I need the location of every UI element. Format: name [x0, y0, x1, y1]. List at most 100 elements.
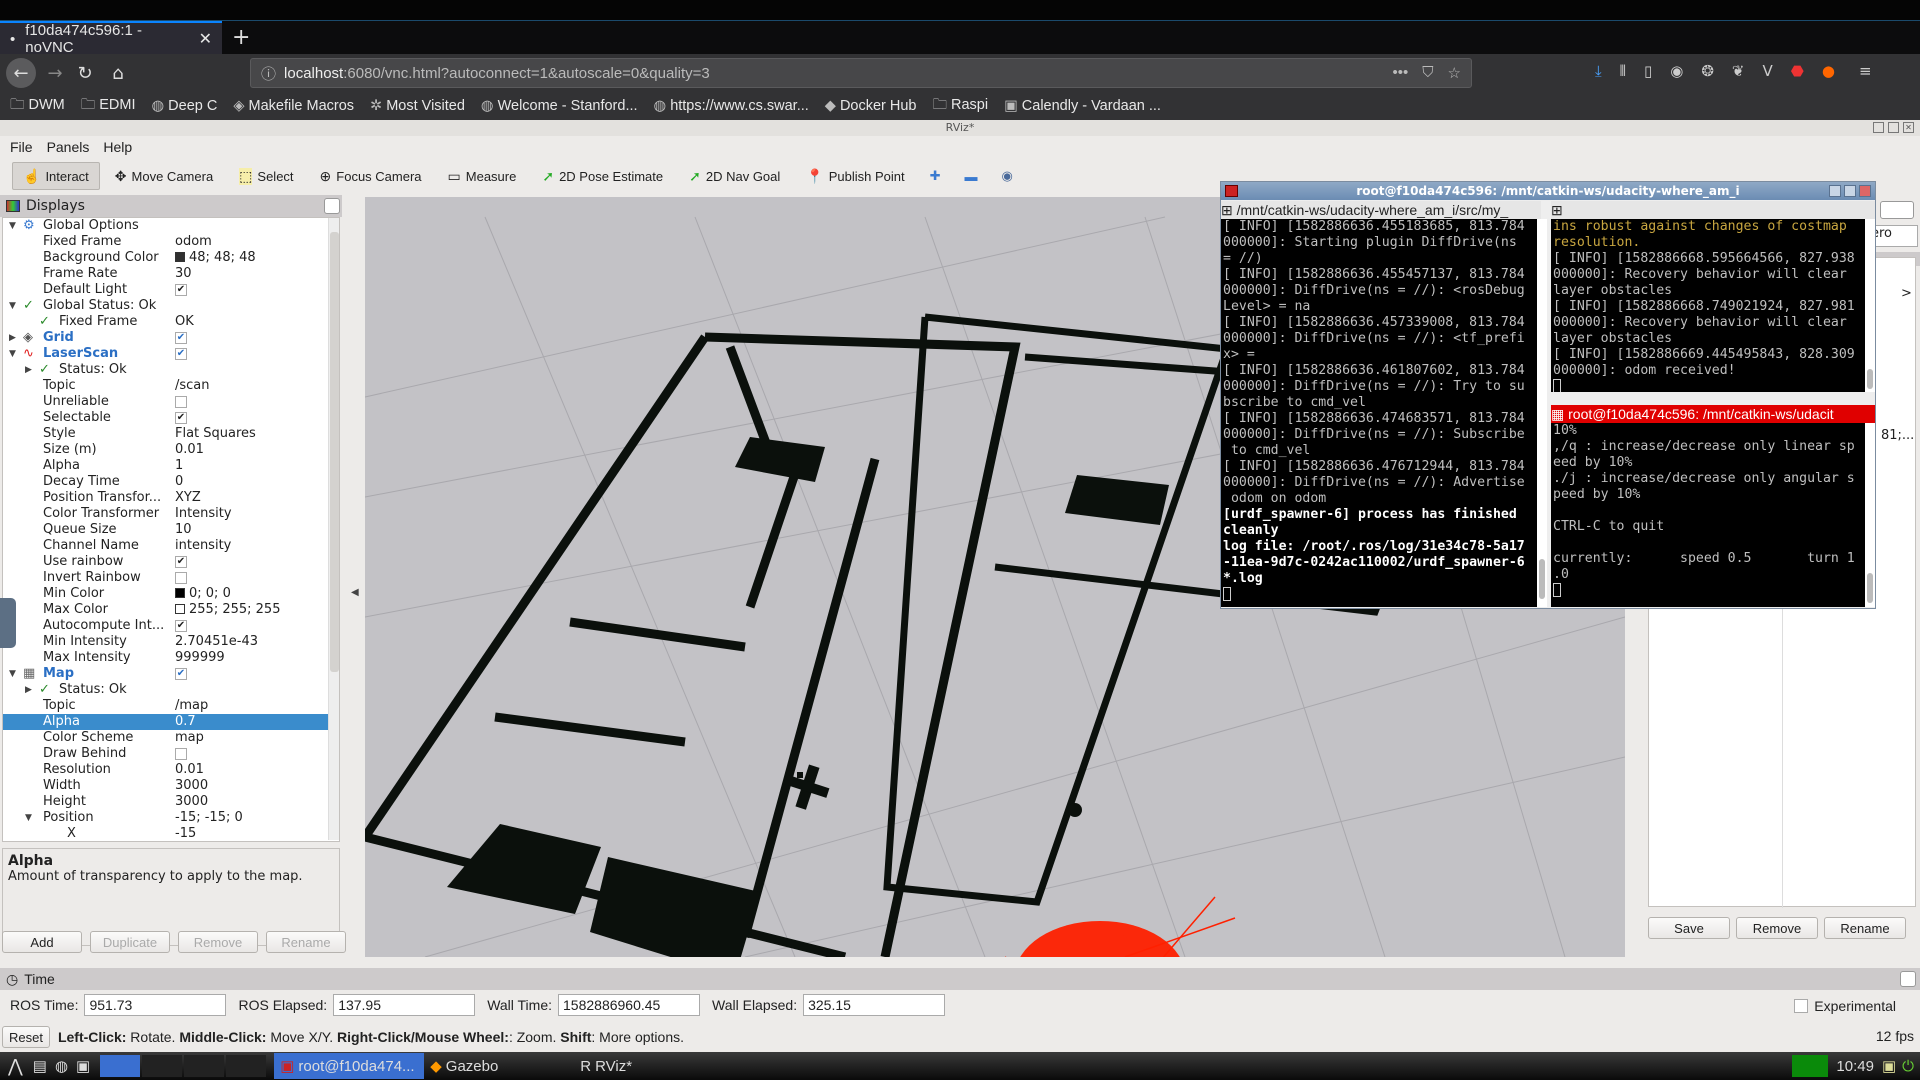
extension-icon[interactable]: ❂ — [1701, 62, 1714, 80]
bookmark-item[interactable]: ◆ Docker Hub — [825, 98, 917, 114]
tree-row[interactable]: Invert Rainbow — [3, 570, 339, 586]
expanded-arrow-icon[interactable]: ▼ — [9, 218, 16, 234]
tree-row[interactable]: Background Color 48; 48; 48 — [3, 250, 339, 266]
tool-2d-pose-estimate[interactable]: ➚ 2D Pose Estimate — [531, 162, 674, 190]
home-button[interactable]: ⌂ — [103, 58, 133, 88]
logout-icon[interactable]: ⏻ — [1902, 1058, 1914, 1075]
property-value[interactable] — [175, 746, 187, 762]
tree-row[interactable]: Min Intensity 2.70451e-43 — [3, 634, 339, 650]
new-tab-button[interactable]: + — [232, 25, 250, 50]
property-value[interactable]: ✔ — [175, 666, 187, 682]
ros-time-field[interactable]: 951.73 — [84, 994, 227, 1016]
tool-interact[interactable]: ☝ Interact — [12, 162, 100, 190]
tree-row[interactable]: Draw Behind — [3, 746, 339, 762]
tree-row[interactable]: ▶ ✓ Status: Ok — [3, 362, 339, 378]
property-checkbox[interactable] — [175, 395, 187, 408]
split-icon[interactable]: ⊞ — [1551, 202, 1563, 218]
tree-row[interactable]: ▼ Position -15; -15; 0 — [3, 810, 339, 826]
menu-help[interactable]: Help — [103, 139, 132, 155]
tree-row[interactable]: Autocompute Int... ✔ — [3, 618, 339, 634]
browser-launcher-icon[interactable]: ◍ — [55, 1057, 68, 1075]
workspace-4[interactable] — [226, 1055, 267, 1077]
terminal-close[interactable] — [1859, 185, 1871, 197]
bookmark-item[interactable]: ▣ Calendly - Vardaan ... — [1004, 98, 1161, 114]
rename-view-button[interactable]: Rename — [1824, 917, 1906, 939]
tree-row[interactable]: Alpha 0.7 — [3, 714, 339, 730]
start-menu-icon[interactable]: ⋀ — [8, 1056, 23, 1077]
url-bar[interactable]: ⓘ localhost :6080/vnc.html?autoconnect=1… — [250, 58, 1472, 88]
wall-elapsed-field[interactable]: 325.15 — [803, 994, 946, 1016]
tree-row[interactable]: Color Transformer Intensity — [3, 506, 339, 522]
tool-2d-nav-goal[interactable]: ➚ 2D Nav Goal — [678, 162, 791, 190]
expanded-arrow-icon[interactable]: ▼ — [25, 810, 32, 826]
property-value[interactable] — [175, 394, 187, 410]
bookmark-item[interactable]: 🗀 Raspi — [933, 94, 989, 119]
property-checkbox[interactable]: ✔ — [175, 347, 187, 360]
tree-row[interactable]: ▼ ⚙ Global Options — [3, 218, 339, 234]
tree-row[interactable]: Color Scheme map — [3, 730, 339, 746]
tree-row[interactable]: Position Transfor... XYZ — [3, 490, 339, 506]
tree-row[interactable]: ▼ ▦ Map ✔ — [3, 666, 339, 682]
save-view-button[interactable]: Save — [1648, 917, 1730, 939]
forward-button[interactable]: → — [40, 58, 70, 88]
tree-row[interactable]: Use rainbow ✔ — [3, 554, 339, 570]
collapsed-arrow-icon[interactable]: ▶ — [9, 330, 16, 346]
property-value[interactable]: ✔ — [175, 554, 187, 570]
sidebar-icon[interactable]: ▯ — [1644, 62, 1652, 80]
tree-row[interactable]: Queue Size 10 — [3, 522, 339, 538]
right-top-terminal-pane[interactable]: ins robust against changes of costmap res… — [1551, 219, 1865, 392]
property-value[interactable]: ✔ — [175, 346, 187, 362]
account-icon[interactable]: ◉ — [1670, 62, 1683, 80]
property-checkbox[interactable]: ✔ — [175, 411, 187, 424]
tool-measure[interactable]: ▭ Measure — [437, 162, 528, 190]
views-float-button[interactable] — [1880, 201, 1914, 219]
file-manager-icon[interactable]: ▤ — [33, 1057, 47, 1075]
duckduckgo-icon[interactable]: ● — [1822, 62, 1835, 80]
tree-row[interactable]: Frame Rate 30 — [3, 266, 339, 282]
collapsed-arrow-icon[interactable]: ▶ — [25, 682, 32, 698]
task-button[interactable]: ▣ root@f10da474... — [274, 1053, 425, 1079]
rename-display-button[interactable]: Rename — [266, 931, 346, 953]
wall-time-field[interactable]: 1582886960.45 — [558, 994, 701, 1016]
tree-row[interactable]: Min Color 0; 0; 0 — [3, 586, 339, 602]
tree-row[interactable]: ▶ ◈ Grid ✔ — [3, 330, 339, 346]
extension-foot-icon[interactable]: ❦ — [1732, 62, 1745, 80]
left-terminal-pane[interactable]: [ INFO] [1582886636.455183685, 813.784 00… — [1221, 219, 1537, 607]
bookmark-item[interactable]: 🗀 EDMI — [81, 94, 136, 119]
workspace-1[interactable] — [100, 1055, 141, 1077]
menu-file[interactable]: File — [10, 139, 33, 155]
adblock-icon[interactable]: ⬣ — [1791, 62, 1804, 80]
bookmark-item[interactable]: 🗀 DWM — [10, 94, 65, 119]
displays-scrollbar[interactable] — [328, 218, 339, 840]
tree-row[interactable]: ▼ ✓ Global Status: Ok — [3, 298, 339, 314]
tree-row[interactable]: Topic/map — [3, 698, 339, 714]
experimental-toggle[interactable]: Experimental — [1794, 998, 1896, 1014]
time-float-button[interactable] — [1900, 971, 1916, 987]
expanded-arrow-icon[interactable]: ▼ — [9, 298, 16, 314]
property-value[interactable]: ✔ — [175, 618, 187, 634]
task-button[interactable]: R RViz* — [574, 1053, 724, 1079]
reset-button[interactable]: Reset — [2, 1026, 50, 1048]
displays-float-button[interactable] — [324, 198, 340, 214]
experimental-checkbox[interactable] — [1794, 999, 1809, 1013]
ros-elapsed-field[interactable]: 137.95 — [333, 994, 476, 1016]
tool-move-camera[interactable]: ✥ Move Camera — [104, 162, 224, 190]
duplicate-display-button[interactable]: Duplicate — [90, 931, 170, 953]
browser-tab[interactable]: • f10da474c596:1 - noVNC ✕ — [0, 21, 222, 56]
add-camera-icon[interactable]: ✚ — [930, 168, 941, 184]
tool-select[interactable]: ⬚ Select — [228, 162, 304, 190]
terminal-maximize[interactable] — [1844, 185, 1856, 197]
close-tab-icon[interactable]: ✕ — [199, 29, 212, 49]
tree-row[interactable]: Unreliable — [3, 394, 339, 410]
expanded-arrow-icon[interactable]: ▼ — [9, 666, 16, 682]
tool-focus-camera[interactable]: ⊕ Focus Camera — [309, 162, 433, 190]
property-checkbox[interactable]: ✔ — [175, 283, 187, 296]
side-panel-handle[interactable] — [0, 598, 16, 648]
bookmark-item[interactable]: ◍ Welcome - Stanford... — [481, 98, 638, 114]
task-button[interactable]: ◆ Gazebo — [424, 1053, 574, 1079]
network-icon[interactable]: ▣ — [1882, 1057, 1896, 1075]
show-desktop-icon[interactable]: ▣ — [76, 1057, 90, 1075]
property-checkbox[interactable]: ✔ — [175, 667, 187, 680]
page-actions-icon[interactable]: ••• — [1393, 64, 1409, 82]
remove-display-button[interactable]: Remove — [178, 931, 258, 953]
